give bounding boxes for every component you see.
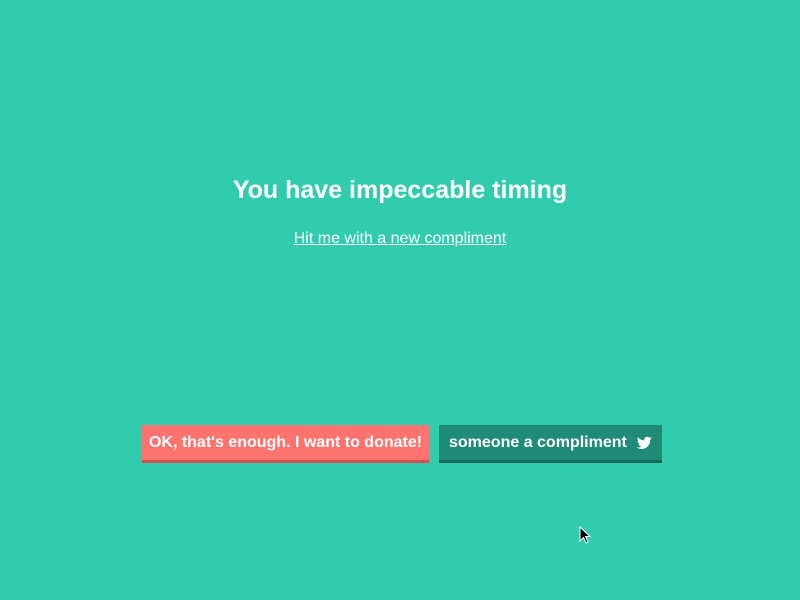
tweet-button-label: someone a compliment bbox=[449, 433, 627, 451]
tweet-compliment-button[interactable]: someone a compliment bbox=[439, 425, 662, 463]
donate-button-label: OK, that's enough. I want to donate! bbox=[148, 433, 423, 451]
page-headline: You have impeccable timing bbox=[232, 176, 568, 204]
donate-button[interactable]: OK, that's enough. I want to donate! bbox=[142, 425, 429, 463]
action-buttons: OK, that's enough. I want to donate! som… bbox=[142, 425, 662, 463]
new-compliment-container: Hit me with a new compliment bbox=[0, 229, 800, 249]
mouse-cursor-icon bbox=[579, 526, 591, 544]
new-compliment-link[interactable]: Hit me with a new compliment bbox=[294, 230, 507, 247]
twitter-bird-icon bbox=[636, 436, 652, 449]
